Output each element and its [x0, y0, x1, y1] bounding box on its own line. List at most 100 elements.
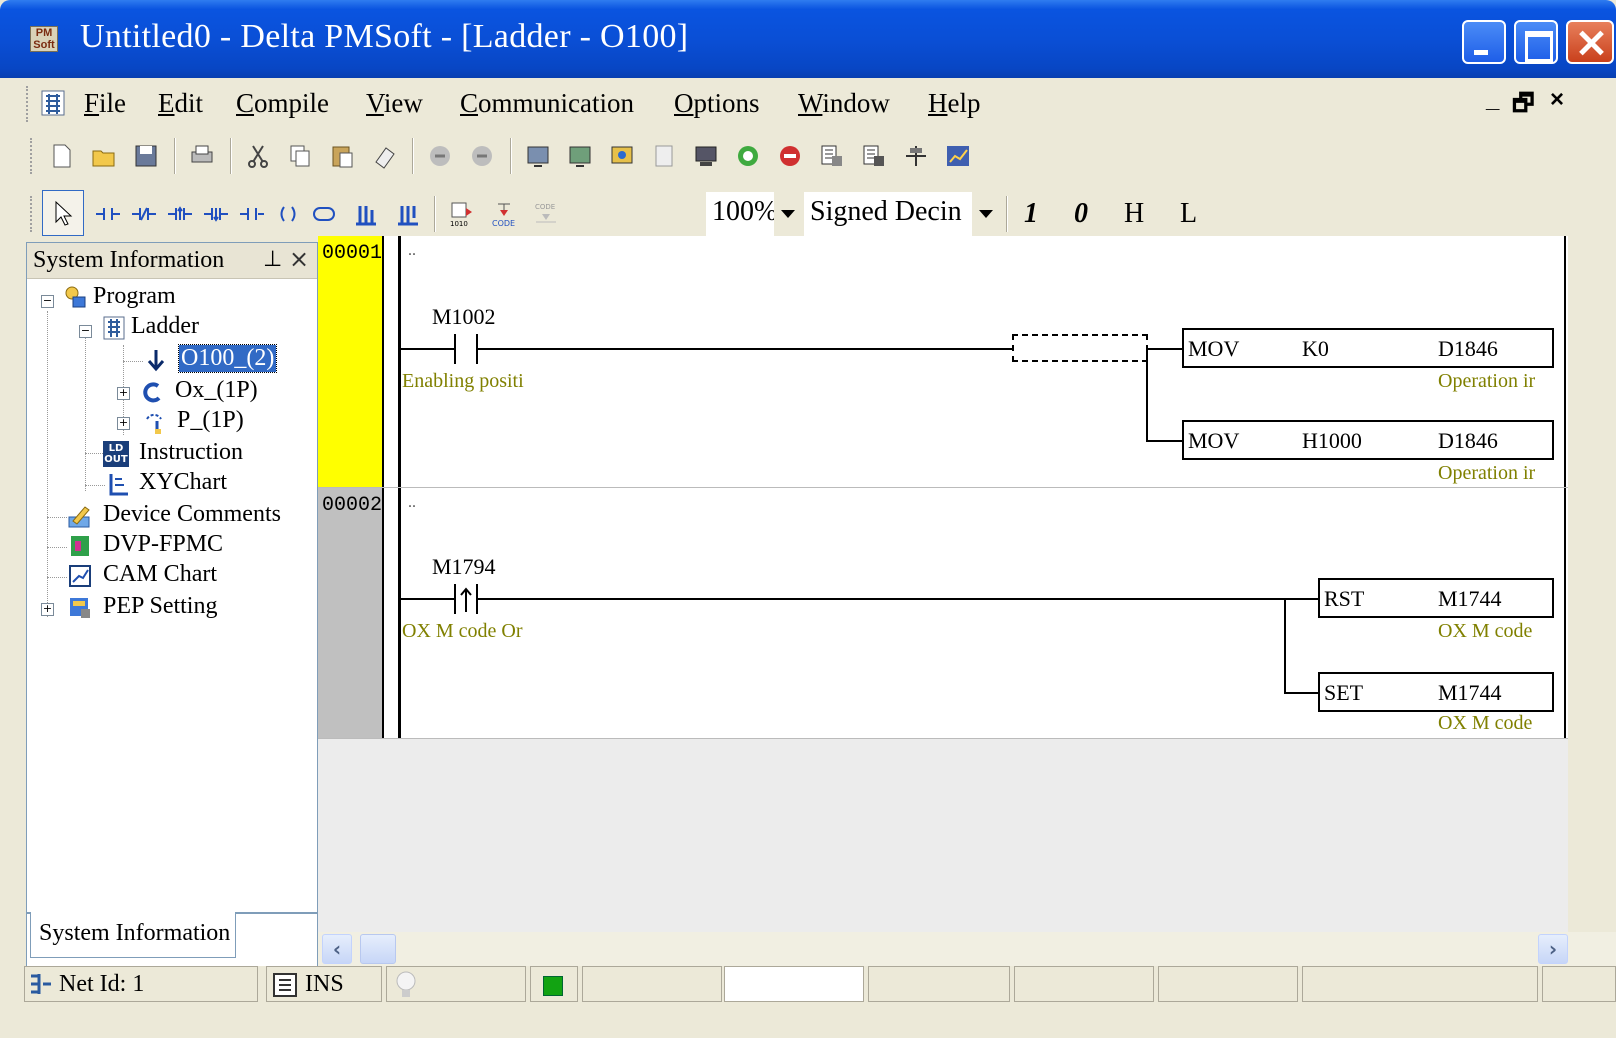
collapse-icon[interactable]: −	[79, 325, 92, 338]
menu-window[interactable]: Window	[798, 88, 890, 119]
tree-node-cam-chart[interactable]: CAM Chart	[27, 561, 317, 591]
menubar-grip[interactable]	[26, 86, 30, 122]
menu-file[interactable]: File	[84, 88, 126, 119]
wire	[401, 598, 455, 600]
cursor-box[interactable]	[1012, 334, 1148, 362]
horizontal-scrollbar[interactable]: ‹ ›	[318, 932, 1616, 966]
menu-edit[interactable]: Edit	[158, 88, 203, 119]
format-select[interactable]: Signed Decin	[804, 192, 1000, 236]
decompile-icon[interactable]	[566, 142, 594, 170]
instruction-set[interactable]: SET M1744	[1318, 672, 1554, 712]
minimize-button[interactable]	[1462, 20, 1506, 64]
tree-node-ladder[interactable]: − Ladder	[27, 313, 317, 343]
tree-node-ox[interactable]: + Ox_(1P)	[27, 377, 317, 407]
contact-m1002[interactable]	[454, 334, 456, 364]
network-icon[interactable]	[902, 142, 930, 170]
maximize-button[interactable]	[1514, 20, 1558, 64]
vertical-line-down-icon[interactable]	[394, 200, 422, 228]
hex-button[interactable]: H	[1124, 198, 1144, 230]
pin-icon[interactable]: ⊥	[263, 247, 282, 272]
contact-device[interactable]: M1002	[432, 304, 496, 330]
tree-node-o100[interactable]: O100_(2)	[27, 344, 317, 375]
toolbar-grip[interactable]	[30, 138, 34, 174]
tree-node-pep-setting[interactable]: + PEP Setting	[27, 593, 317, 623]
mdi-restore-button[interactable]: 🗗	[1512, 86, 1535, 127]
menu-help[interactable]: Help	[928, 88, 981, 119]
rising-edge-icon[interactable]	[166, 200, 194, 228]
network-number[interactable]: 00002	[318, 488, 382, 517]
network-comment[interactable]: ..	[408, 242, 416, 260]
collapse-icon[interactable]: −	[41, 295, 54, 308]
low-button[interactable]: L	[1180, 198, 1197, 230]
scroll-left-icon[interactable]: ‹	[322, 934, 352, 964]
tree-node-p[interactable]: + P_(1P)	[27, 407, 317, 437]
function-block-icon[interactable]	[310, 200, 338, 228]
expand-icon[interactable]: +	[117, 387, 130, 400]
code-convert-icon[interactable]: CODE	[490, 200, 518, 228]
menu-communication[interactable]: Communication	[460, 88, 634, 119]
menu-view[interactable]: View	[366, 88, 423, 119]
tree-node-device-comments[interactable]: Device Comments	[27, 501, 317, 531]
binary-convert-icon[interactable]: 1010	[448, 200, 476, 228]
coil-icon[interactable]	[274, 200, 302, 228]
contact-m1794[interactable]	[454, 584, 456, 614]
output-coil-icon[interactable]	[238, 200, 266, 228]
contact-device[interactable]: M1794	[432, 554, 496, 580]
instruction-mov-2[interactable]: MOV H1000 D1846	[1182, 420, 1554, 460]
ladder-editor[interactable]: 00001 00002 .. M1002 Enabling positi MOV…	[318, 236, 1568, 934]
new-file-icon[interactable]	[48, 142, 76, 170]
open-folder-icon[interactable]	[90, 142, 118, 170]
toolbar-grip[interactable]	[30, 196, 34, 232]
network-comment[interactable]: ..	[408, 494, 416, 512]
ladder-document-icon[interactable]	[38, 88, 68, 118]
code-convert-disabled-icon[interactable]: CODE	[532, 200, 560, 228]
nc-contact-icon[interactable]	[130, 200, 158, 228]
network-number[interactable]: 00001	[318, 236, 382, 265]
zoom-select[interactable]: 100%	[706, 192, 802, 236]
no-contact-icon[interactable]	[94, 200, 122, 228]
tab-system-information[interactable]: System Information	[30, 912, 236, 958]
mdi-minimize-button[interactable]: _	[1486, 86, 1499, 114]
close-button[interactable]	[1566, 20, 1614, 64]
size-grip[interactable]	[1542, 966, 1616, 1002]
expand-icon[interactable]: +	[117, 417, 130, 430]
cut-icon[interactable]	[244, 142, 272, 170]
chart-icon[interactable]	[944, 142, 972, 170]
tree-node-program[interactable]: − Program	[27, 283, 317, 313]
menu-options[interactable]: Options	[674, 88, 760, 119]
compile-icon[interactable]	[524, 142, 552, 170]
eraser-icon[interactable]	[370, 142, 398, 170]
falling-edge-icon[interactable]	[202, 200, 230, 228]
set-off-button[interactable]: 0	[1074, 198, 1088, 230]
instruction-mov-1[interactable]: MOV K0 D1846	[1182, 328, 1554, 368]
chevron-down-icon[interactable]	[972, 192, 1000, 236]
tree-node-dvp-fpmc[interactable]: DVP-FPMC	[27, 531, 317, 561]
set-on-button[interactable]: 1	[1024, 198, 1038, 230]
run-icon[interactable]	[734, 142, 762, 170]
paste-icon[interactable]	[328, 142, 356, 170]
download-icon[interactable]	[608, 142, 636, 170]
copy-icon[interactable]	[286, 142, 314, 170]
tree-node-instruction[interactable]: LD OUT Instruction	[27, 439, 317, 469]
chevron-down-icon[interactable]	[774, 192, 802, 236]
scroll-right-icon[interactable]: ›	[1538, 934, 1568, 964]
tree-node-xychart[interactable]: XYChart	[27, 469, 317, 499]
print-icon[interactable]	[188, 142, 216, 170]
save-icon[interactable]	[132, 142, 160, 170]
device-monitor-icon[interactable]	[818, 142, 846, 170]
panel-close-icon[interactable]: ×	[289, 245, 309, 273]
online-monitor-icon[interactable]	[692, 142, 720, 170]
scroll-thumb[interactable]	[360, 934, 396, 964]
app-icon[interactable]: PM Soft	[30, 26, 58, 52]
select-tool-button[interactable]	[42, 190, 84, 236]
device-monitor-2-icon[interactable]	[860, 142, 888, 170]
stop-icon[interactable]	[776, 142, 804, 170]
redo-icon[interactable]	[468, 142, 496, 170]
upload-icon[interactable]	[650, 142, 678, 170]
undo-icon[interactable]	[426, 142, 454, 170]
vertical-line-up-icon[interactable]	[352, 200, 380, 228]
expand-icon[interactable]: +	[41, 603, 54, 616]
mdi-close-button[interactable]: ×	[1550, 86, 1564, 114]
instruction-rst[interactable]: RST M1744	[1318, 578, 1554, 618]
menu-compile[interactable]: Compile	[236, 88, 329, 119]
